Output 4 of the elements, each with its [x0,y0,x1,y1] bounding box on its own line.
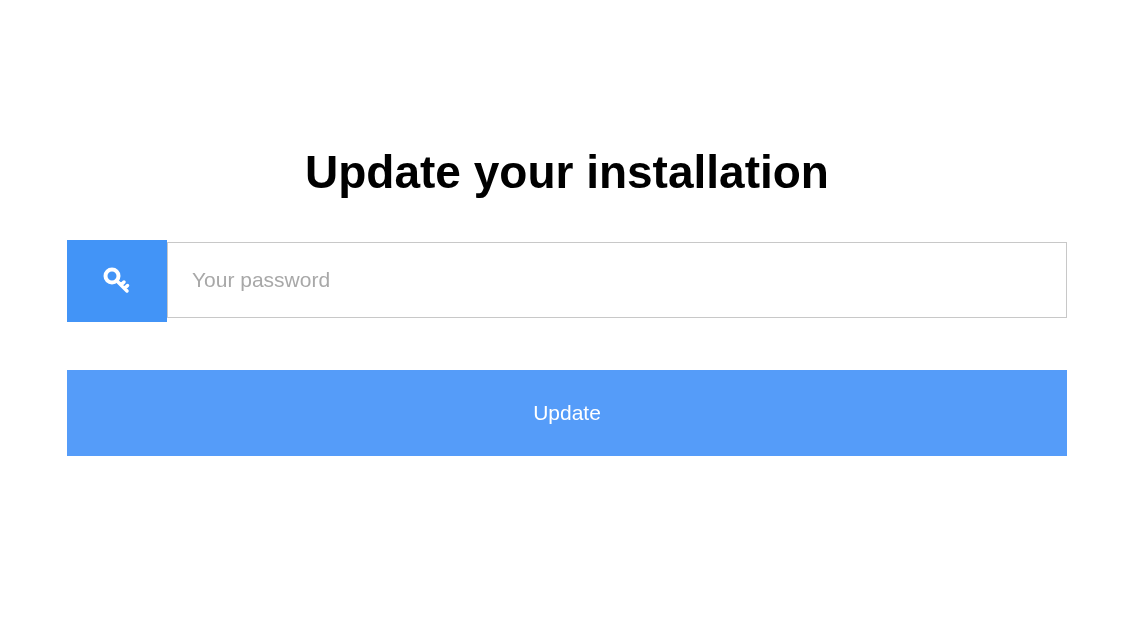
update-button[interactable]: Update [67,370,1067,456]
password-field[interactable]: Your password [167,242,1067,318]
page-title: Update your installation [305,145,829,199]
key-icon [67,240,167,322]
